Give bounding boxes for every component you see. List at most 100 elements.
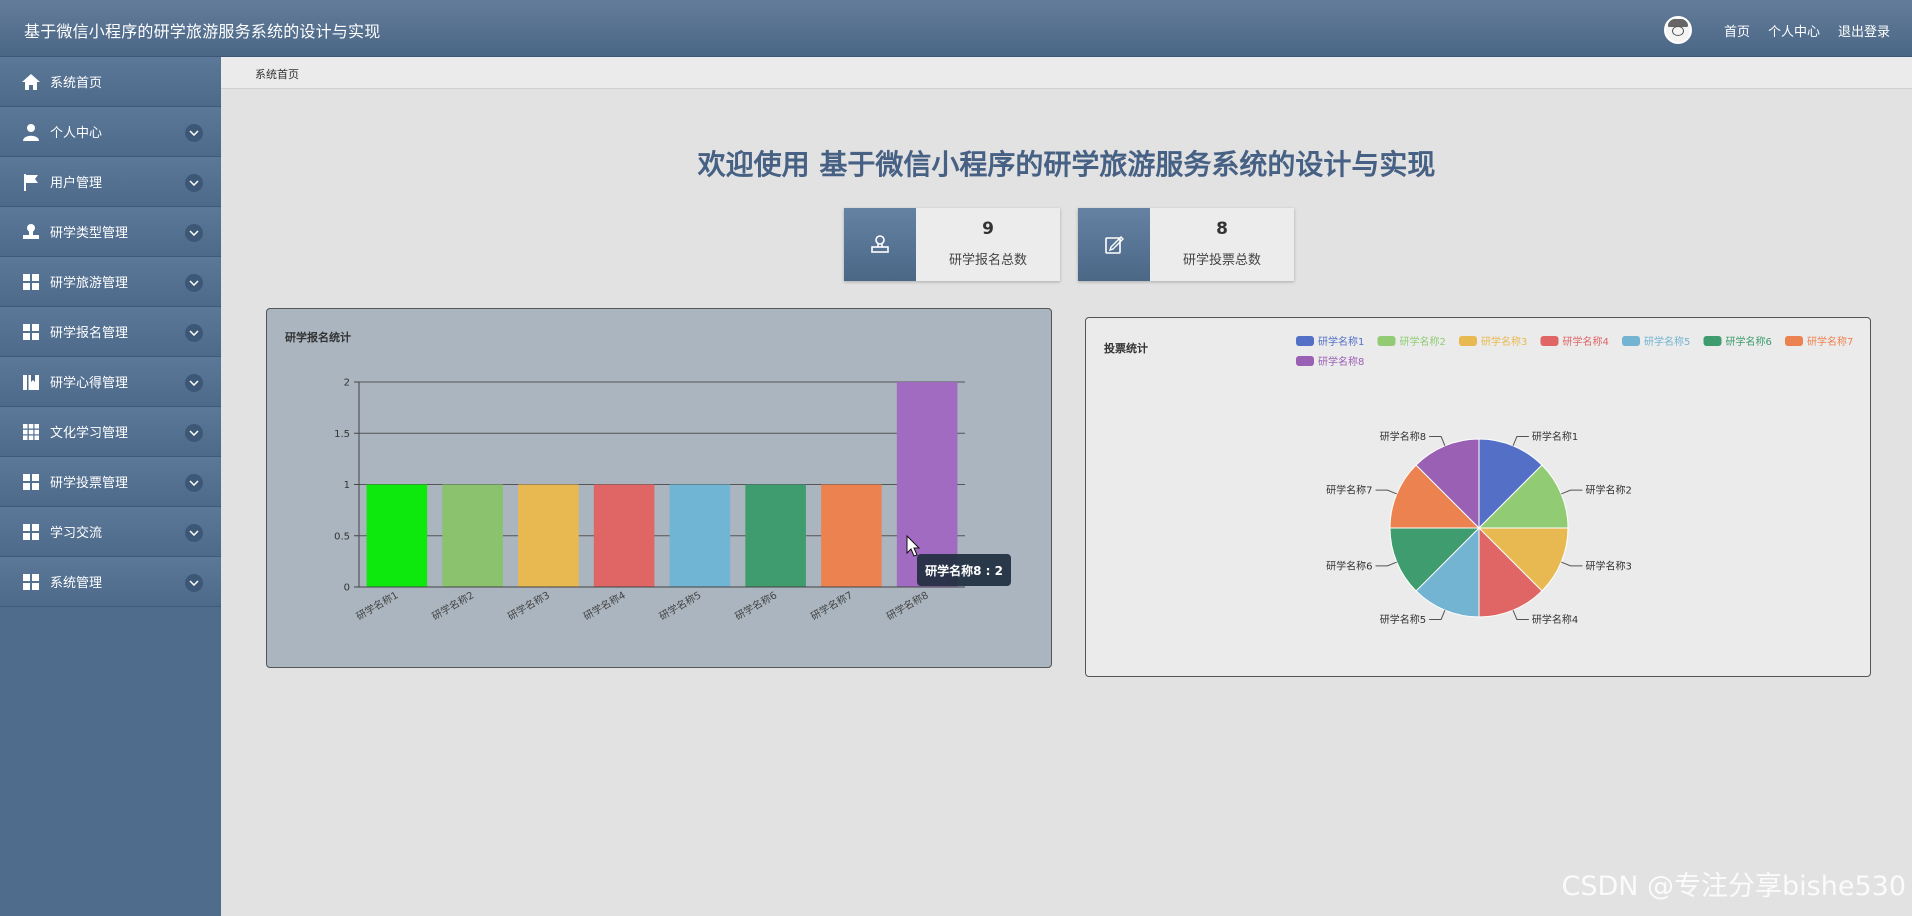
pie-leader-line (1429, 610, 1446, 620)
sidebar-item-study-type[interactable]: 研学类型管理 (0, 207, 221, 257)
sidebar-item-profile[interactable]: 个人中心 (0, 107, 221, 157)
chevron-down-icon (185, 524, 203, 542)
grid-icon (21, 472, 41, 492)
pie-chart: 研学名称1 研学名称2 研学名称3 研学名称4 研学名称5 研学名称6 研学名称7 研学名称8… (1296, 335, 1853, 626)
bar-chart: 0 0.5 1 1.5 2 研学名称1 研学名称2 研学名称3 研学名称4 研学名称5 研学名称6 研… (334, 378, 1011, 623)
chevron-down-icon (185, 224, 203, 242)
sidebar-item-label: 用户管理 (50, 176, 103, 191)
legend-swatch (1459, 336, 1477, 346)
pie-leader-line (1375, 489, 1397, 495)
stat-card-enrollment: 9 研学报名总数 (844, 208, 1060, 281)
x-tick-label: 研学名称7 (808, 588, 855, 622)
legend-label: 研学名称7 (1807, 335, 1853, 348)
pie-leader-line (1561, 561, 1583, 567)
avatar[interactable] (1663, 16, 1692, 44)
home-link[interactable]: 首页 (1724, 21, 1750, 40)
bar (518, 484, 579, 587)
chevron-down-icon (185, 374, 203, 392)
legend-label: 研学名称8 (1318, 355, 1364, 368)
legend-label: 研学名称2 (1400, 335, 1446, 348)
profile-link[interactable]: 个人中心 (1768, 21, 1820, 40)
chart-tooltip: 研学名称8 : 2 (917, 554, 1011, 586)
sidebar-item-label: 研学心得管理 (50, 376, 129, 391)
legend-label: 研学名称6 (1726, 335, 1772, 348)
pie-label: 研学名称3 (1585, 559, 1631, 572)
sidebar-item-label: 个人中心 (50, 126, 103, 141)
bar (821, 484, 882, 587)
stat-value: 8 (1216, 219, 1228, 239)
pie-label: 研学名称4 (1532, 613, 1578, 626)
x-tick-label: 研学名称4 (581, 588, 628, 622)
y-tick-label: 0.5 (334, 531, 350, 542)
y-tick-label: 2 (344, 378, 350, 389)
legend-swatch (1622, 336, 1640, 346)
chevron-down-icon (185, 124, 203, 142)
y-tick-label: 1 (344, 480, 350, 491)
sidebar-item-label: 研学投票管理 (50, 476, 129, 491)
pie-label: 研学名称6 (1326, 559, 1372, 572)
sidebar-item-label: 文化学习管理 (50, 426, 129, 441)
grid9-icon (21, 422, 41, 442)
sidebar-item-enrollment[interactable]: 研学报名管理 (0, 307, 221, 357)
sidebar-item-label: 研学旅游管理 (50, 276, 129, 291)
pie-label: 研学名称2 (1585, 484, 1631, 497)
bar (745, 484, 806, 587)
sidebar-item-voting[interactable]: 研学投票管理 (0, 457, 221, 507)
stat-label: 研学投票总数 (1182, 253, 1261, 268)
x-tick-label: 研学名称3 (505, 588, 552, 622)
breadcrumb[interactable]: 系统首页 (255, 66, 299, 82)
top-nav: 首页 个人中心 退出登录 (1663, 16, 1890, 44)
x-tick-label: 研学名称1 (354, 588, 401, 622)
legend-swatch (1540, 336, 1559, 346)
book-icon (21, 372, 41, 392)
chevron-down-icon (185, 174, 203, 192)
x-tick-label: 研学名称2 (429, 588, 476, 622)
sidebar-item-label: 系统管理 (50, 576, 103, 591)
user-icon (21, 122, 41, 142)
pie-leader-line (1512, 610, 1529, 620)
sidebar-item-study-tour[interactable]: 研学旅游管理 (0, 257, 221, 307)
bar (366, 484, 428, 587)
sidebar-item-system[interactable]: 系统管理 (0, 557, 221, 607)
sidebar: 系统首页 个人中心 用户管理 研学类型管理 研学旅游管理 研学报名管理 研学心得… (0, 57, 221, 916)
tooltip-text: 研学名称8 : 2 (925, 563, 1003, 578)
page-title: 欢迎使用 基于微信小程序的研学旅游服务系统的设计与实现 (697, 148, 1436, 181)
pie-label: 研学名称8 (1380, 430, 1426, 443)
edit-icon (1078, 208, 1150, 281)
chevron-down-icon (185, 274, 203, 292)
sidebar-item-label: 研学类型管理 (50, 226, 129, 241)
sidebar-item-exchange[interactable]: 学习交流 (0, 507, 221, 557)
pie-label: 研学名称7 (1326, 484, 1372, 497)
legend-label: 研学名称4 (1563, 335, 1609, 348)
legend-label: 研学名称5 (1644, 335, 1690, 348)
grid-icon (21, 272, 41, 292)
pie-leader-line (1512, 436, 1529, 446)
bar (593, 484, 655, 587)
sidebar-item-home[interactable]: 系统首页 (0, 57, 221, 107)
logout-link[interactable]: 退出登录 (1838, 21, 1890, 40)
bar (669, 484, 731, 587)
stat-label: 研学报名总数 (948, 253, 1027, 268)
bar (442, 484, 503, 587)
pie-label: 研学名称5 (1380, 613, 1426, 626)
stat-card-votes: 8 研学投票总数 (1078, 208, 1294, 281)
grid-icon (21, 322, 41, 342)
sidebar-item-users[interactable]: 用户管理 (0, 157, 221, 207)
stamp-icon (21, 222, 41, 242)
legend-swatch (1296, 336, 1314, 346)
legend-swatch (1703, 336, 1722, 346)
x-tick-label: 研学名称6 (732, 588, 779, 622)
chevron-down-icon (185, 424, 203, 442)
sidebar-item-experience[interactable]: 研学心得管理 (0, 357, 221, 407)
legend-swatch (1296, 356, 1314, 366)
chevron-down-icon (185, 474, 203, 492)
chevron-down-icon (185, 324, 203, 342)
enrollment-chart-panel: 研学报名统计 0 0.5 1 1.5 2 研学名称1 研学名称2 研学名称3 研学名称4 研学名称… (266, 308, 1052, 668)
sidebar-item-culture[interactable]: 文化学习管理 (0, 407, 221, 457)
legend-label: 研学名称1 (1318, 335, 1364, 348)
watermark: CSDN @专注分享bishe530 (1561, 871, 1906, 902)
top-bar: 基于微信小程序的研学旅游服务系统的设计与实现 首页 个人中心 退出登录 (0, 0, 1912, 57)
flag-icon (21, 172, 41, 192)
pie-leader-line (1375, 561, 1397, 567)
sidebar-item-label: 系统首页 (50, 76, 103, 91)
